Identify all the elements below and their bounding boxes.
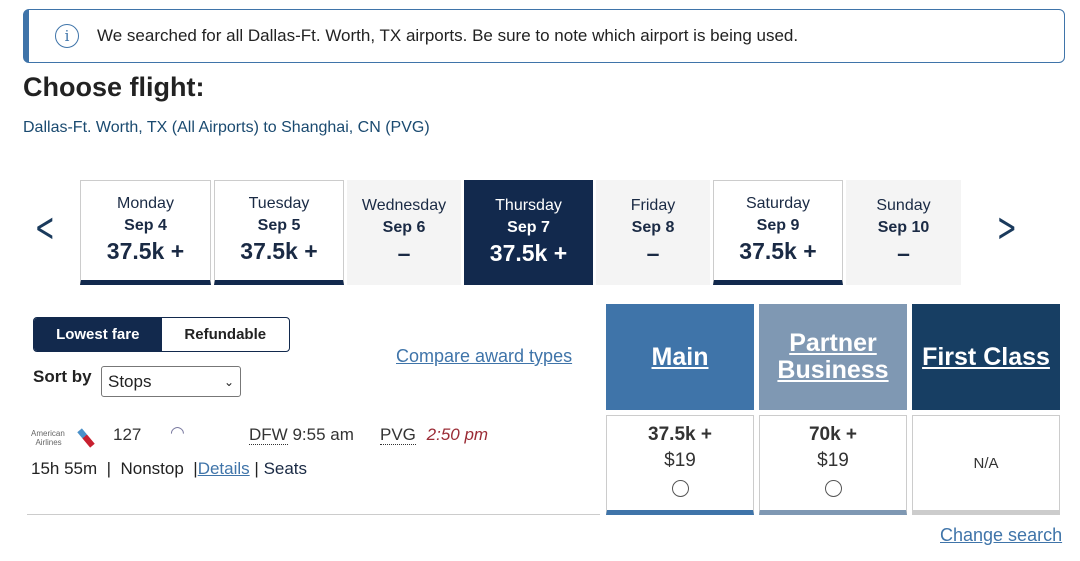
seats-link[interactable]: Seats xyxy=(264,459,307,478)
day-price: 37.5k + xyxy=(489,240,568,266)
day-name: Tuesday xyxy=(248,195,310,212)
info-icon: i xyxy=(55,24,79,48)
day-name: Monday xyxy=(117,195,174,212)
day-price: – xyxy=(397,240,411,266)
banner-text: We searched for all Dallas-Ft. Worth, TX… xyxy=(97,26,799,45)
day-date: Sep 4 xyxy=(124,217,167,234)
date-tab-monday[interactable]: Monday Sep 4 37.5k + xyxy=(80,180,211,285)
date-tab-wednesday[interactable]: Wednesday Sep 6 – xyxy=(347,180,461,285)
date-tab-tuesday[interactable]: Tuesday Sep 5 37.5k + xyxy=(214,180,344,285)
separator: | xyxy=(106,459,112,478)
sort-value: Stops xyxy=(108,371,152,391)
day-price: 37.5k + xyxy=(106,238,185,264)
date-tab-sunday[interactable]: Sunday Sep 10 – xyxy=(846,180,961,285)
compare-award-types-link[interactable]: Compare award types xyxy=(396,346,572,367)
day-date: Sep 5 xyxy=(257,217,301,234)
stops: Nonstop xyxy=(120,459,184,478)
fare-radio[interactable] xyxy=(824,480,842,497)
route: Dallas-Ft. Worth, TX (All Airports) to S… xyxy=(23,119,430,136)
flight-number: 127 xyxy=(113,425,142,444)
dest-airport[interactable]: PVG xyxy=(380,425,416,445)
fare-header-first-class[interactable]: First Class xyxy=(912,304,1060,410)
arrive-time: 2:50 pm xyxy=(426,425,489,444)
prev-week-chevron-left-icon[interactable]: < xyxy=(35,205,55,251)
fare-cell-partner-business[interactable]: 70k + $19 xyxy=(759,415,907,515)
divider xyxy=(27,514,600,515)
date-tab-friday[interactable]: Friday Sep 8 – xyxy=(596,180,710,285)
fare-toggle[interactable]: Lowest fare Refundable xyxy=(33,317,290,352)
chevron-down-icon: ⌄ xyxy=(223,374,234,389)
fare-fee: $19 xyxy=(817,450,849,471)
day-name: Friday xyxy=(630,197,676,214)
fare-miles: 37.5k + xyxy=(648,424,712,445)
lowest-fare-button[interactable]: Lowest fare xyxy=(34,318,162,351)
fare-radio[interactable] xyxy=(671,480,689,497)
origin-airport[interactable]: DFW xyxy=(249,425,288,445)
american-airlines-logo: American Airlines xyxy=(31,424,99,450)
day-price: 37.5k + xyxy=(739,238,817,264)
fare-miles: 70k + xyxy=(808,424,858,445)
fare-fee: $19 xyxy=(664,450,696,471)
info-banner: i We searched for all Dallas-Ft. Worth, … xyxy=(23,9,1065,63)
fare-na: N/A xyxy=(973,454,999,472)
page-title: Choose flight: xyxy=(23,72,205,102)
day-price: – xyxy=(646,240,660,266)
day-price: – xyxy=(897,240,910,266)
fare-cell-main[interactable]: 37.5k + $19 xyxy=(606,415,754,515)
wifi-icon: ◠ xyxy=(170,423,185,442)
separator: | xyxy=(254,459,259,478)
change-search-link[interactable]: Change search xyxy=(940,525,1062,546)
day-name: Thursday xyxy=(495,197,562,214)
day-price: 37.5k + xyxy=(240,238,318,264)
day-name: Sunday xyxy=(876,197,931,214)
day-name: Saturday xyxy=(745,195,811,212)
next-week-chevron-right-icon[interactable]: > xyxy=(997,205,1017,251)
day-date: Sep 8 xyxy=(631,219,675,236)
depart-time: 9:55 am xyxy=(292,425,354,444)
day-date: Sep 7 xyxy=(507,219,550,236)
refundable-button[interactable]: Refundable xyxy=(162,318,290,351)
fare-header-main[interactable]: Main xyxy=(606,304,754,410)
details-link[interactable]: Details xyxy=(198,459,250,478)
date-tab-saturday[interactable]: Saturday Sep 9 37.5k + xyxy=(713,180,843,285)
duration: 15h 55m xyxy=(31,459,98,478)
sort-label: Sort by xyxy=(33,367,92,386)
date-tab-thursday[interactable]: Thursday Sep 7 37.5k + xyxy=(464,180,593,285)
fare-header-partner-business[interactable]: Partner Business xyxy=(759,304,907,410)
day-date: Sep 9 xyxy=(756,217,800,234)
fare-cell-first-class: N/A xyxy=(912,415,1060,515)
sort-select[interactable]: Stops ⌄ xyxy=(101,366,241,397)
day-name: Wednesday xyxy=(361,197,447,214)
day-date: Sep 6 xyxy=(382,219,426,236)
day-date: Sep 10 xyxy=(877,219,930,236)
